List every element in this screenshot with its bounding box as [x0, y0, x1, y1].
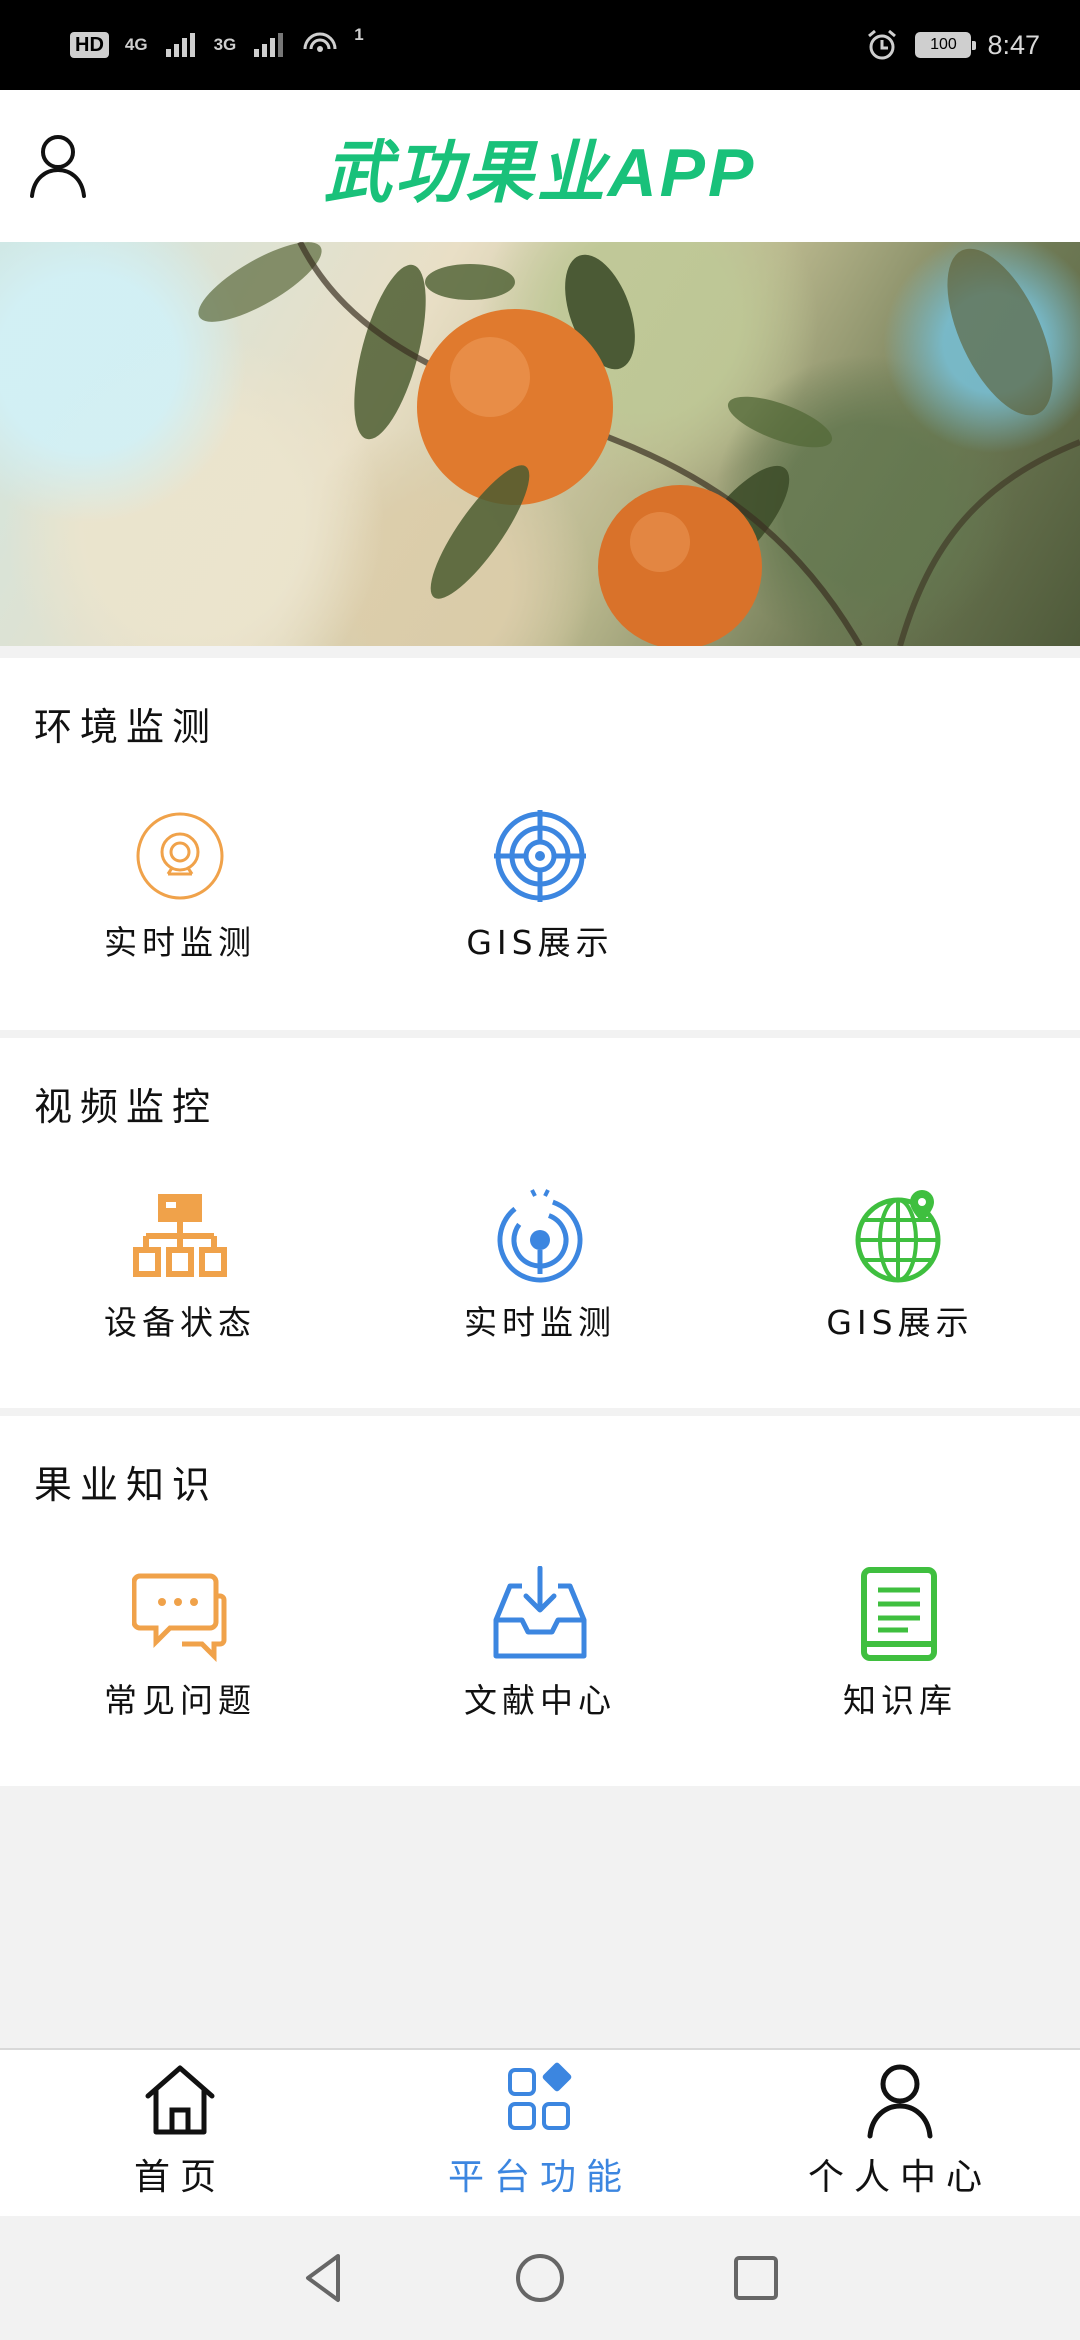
alarm-icon	[868, 29, 897, 60]
network-3g-label: 3G	[213, 35, 237, 54]
section-title: 果业知识	[34, 1463, 219, 1507]
section-video-surveillance: 视频监控 设备状态 实时监测 GIS展示	[0, 1038, 1080, 1408]
item-label: 设备状态	[104, 1303, 256, 1342]
back-icon[interactable]	[296, 2250, 352, 2306]
status-bar: HD 4G 3G 1 100 8:47	[0, 0, 1080, 90]
battery-level: 100	[930, 36, 957, 53]
signal-icon-2	[254, 33, 284, 57]
tab-home[interactable]: 首页	[0, 2060, 360, 2200]
app-header: 武功果业APP	[0, 90, 1080, 242]
literature-center-button[interactable]: 文献中心	[360, 1566, 720, 1722]
target-icon	[494, 810, 586, 902]
system-navigation-bar	[0, 2216, 1080, 2340]
app-title: 武功果业APP	[323, 134, 757, 211]
broadcast-icon	[497, 1189, 583, 1283]
orange-tree-illustration	[198, 242, 1080, 646]
banner-image[interactable]	[0, 242, 1080, 646]
faq-button[interactable]: 常见问题	[0, 1566, 360, 1722]
clock: 8:47	[987, 29, 1040, 60]
notification-count: 1	[354, 25, 364, 44]
user-icon[interactable]	[28, 130, 88, 200]
item-label: 知识库	[843, 1681, 957, 1720]
tab-label: 个人中心	[807, 2157, 992, 2198]
item-label: GIS展示	[466, 923, 614, 962]
tab-label: 平台功能	[447, 2157, 632, 2198]
globe-pin-icon	[855, 1190, 941, 1283]
book-icon	[861, 1567, 937, 1661]
item-label: 实时监测	[104, 923, 256, 962]
hierarchy-icon	[133, 1194, 227, 1277]
apps-icon	[508, 2062, 572, 2130]
inbox-download-icon	[493, 1566, 587, 1659]
tab-label: 首页	[133, 2157, 226, 2198]
section-environment-monitoring: 环境监测 实时监测 GIS展示	[0, 658, 1080, 1030]
camera-icon	[136, 812, 224, 900]
home-circle-icon[interactable]	[512, 2250, 568, 2306]
hotspot-icon	[303, 32, 337, 52]
video-gis-display-button[interactable]: GIS展示	[720, 1188, 1080, 1344]
env-realtime-monitor-button[interactable]: 实时监测	[0, 808, 360, 964]
env-gis-display-button[interactable]: GIS展示	[360, 808, 720, 964]
chat-icon	[132, 1573, 227, 1662]
item-label: 常见问题	[104, 1681, 256, 1720]
network-4g-label: 4G	[124, 35, 148, 54]
recents-icon[interactable]	[728, 2250, 784, 2306]
item-label: GIS展示	[826, 1303, 974, 1342]
video-realtime-monitor-button[interactable]: 实时监测	[360, 1188, 720, 1344]
device-status-button[interactable]: 设备状态	[0, 1188, 360, 1344]
item-label: 文献中心	[464, 1681, 616, 1720]
home-icon	[145, 2065, 215, 2135]
signal-icon	[165, 33, 195, 57]
hd-badge: HD	[70, 32, 109, 58]
section-title: 视频监控	[34, 1085, 219, 1129]
section-title: 环境监测	[34, 705, 219, 749]
battery-icon: 100	[915, 32, 977, 58]
app-screen: HD 4G 3G 1 100 8:47 武功果业APP 环境监测 实时监测 GI…	[0, 0, 1080, 2340]
knowledge-base-button[interactable]: 知识库	[720, 1566, 1080, 1722]
section-fruit-knowledge: 果业知识 常见问题 文献中心 知识库	[0, 1416, 1080, 1786]
tab-personal-center[interactable]: 个人中心	[720, 2060, 1080, 2200]
tab-platform-functions[interactable]: 平台功能	[360, 2060, 720, 2200]
bottom-tab-bar: 首页 平台功能 个人中心	[0, 2048, 1080, 2216]
status-right: 100 8:47	[865, 28, 1040, 62]
person-icon	[867, 2064, 933, 2139]
status-left: HD 4G 3G 1	[70, 25, 364, 63]
item-label: 实时监测	[464, 1303, 616, 1342]
